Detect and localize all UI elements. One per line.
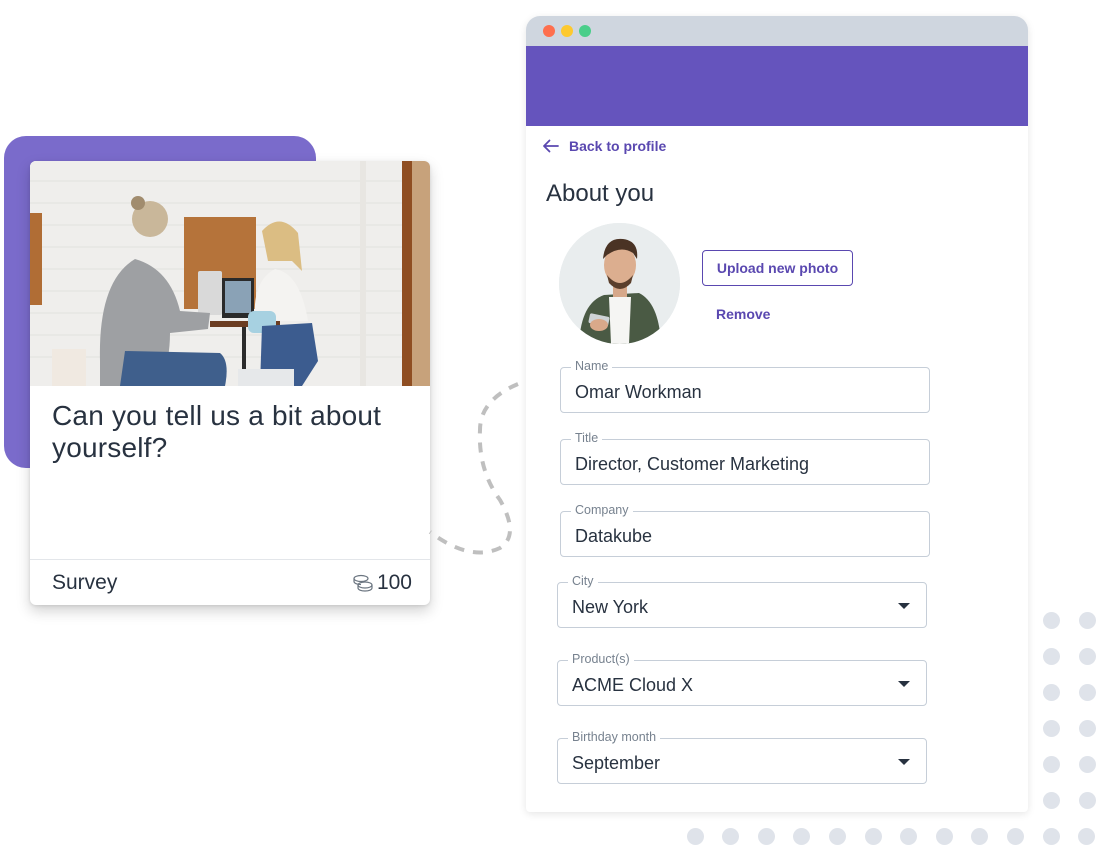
- decorative-dot: [1042, 647, 1060, 665]
- decorative-dot: [757, 827, 775, 845]
- decorative-dot: [1006, 827, 1024, 845]
- city-select-value: New York: [572, 597, 649, 617]
- decorative-dot: [971, 827, 989, 845]
- decorative-dot: [1042, 827, 1060, 845]
- decorative-dot: [1078, 611, 1096, 629]
- back-link-label: Back to profile: [569, 138, 667, 154]
- title-field-label: Title: [571, 431, 603, 445]
- decorative-dot: [1078, 827, 1096, 845]
- products-select[interactable]: Product(s) ACME Cloud X: [557, 652, 927, 706]
- remove-photo-link[interactable]: Remove: [716, 306, 770, 322]
- decorative-dot: [864, 827, 882, 845]
- arrow-left-icon: [543, 139, 559, 153]
- decorative-dot: [722, 827, 740, 845]
- survey-photo-illustration: [30, 161, 430, 386]
- birthday-month-select-label: Birthday month: [568, 730, 661, 744]
- decorative-dot: [1042, 683, 1060, 701]
- survey-points: 100: [352, 571, 412, 595]
- decorative-dot: [1078, 755, 1096, 773]
- chevron-down-icon: [898, 759, 910, 765]
- avatar: [559, 223, 680, 344]
- survey-photo: [30, 161, 430, 386]
- window-close-button[interactable]: [543, 25, 555, 37]
- name-field-value: Omar Workman: [575, 382, 702, 402]
- decorative-dot: [1078, 791, 1096, 809]
- survey-question: Can you tell us a bit about yourself?: [52, 400, 382, 463]
- dashed-connector: [428, 382, 519, 555]
- decorative-dot: [935, 827, 953, 845]
- birthday-month-select[interactable]: Birthday month September: [557, 730, 927, 784]
- decorative-dot: [1078, 719, 1096, 737]
- survey-card[interactable]: Can you tell us a bit about yourself? Su…: [30, 161, 430, 605]
- decorative-dot: [1078, 683, 1096, 701]
- city-select[interactable]: City New York: [557, 574, 927, 628]
- back-to-profile-link[interactable]: Back to profile: [542, 138, 666, 154]
- company-field-value: Datakube: [575, 526, 653, 546]
- decorative-dot: [1042, 719, 1060, 737]
- chevron-down-icon: [898, 681, 910, 687]
- birthday-month-select-value: September: [572, 753, 661, 773]
- company-field[interactable]: Company Datakube: [560, 503, 930, 557]
- card-divider: [30, 559, 430, 560]
- survey-points-value: 100: [376, 571, 412, 594]
- decorative-dot: [1042, 755, 1060, 773]
- window-minimize-button[interactable]: [561, 25, 573, 37]
- decorative-dot: [1042, 791, 1060, 809]
- chevron-down-icon: [898, 603, 910, 609]
- company-field-label: Company: [571, 503, 633, 517]
- profile-window: Back to profile About you Upload new pho…: [526, 16, 1028, 812]
- decorative-dot: [793, 827, 811, 845]
- products-select-value: ACME Cloud X: [572, 675, 694, 695]
- decorative-dot: [1042, 611, 1060, 629]
- name-field-label: Name: [571, 359, 613, 373]
- survey-type-label: Survey: [52, 571, 118, 594]
- products-select-label: Product(s): [568, 652, 634, 666]
- window-titlebar: [526, 16, 1028, 46]
- page-title: About you: [546, 180, 655, 207]
- header-banner: [526, 46, 1028, 126]
- decorative-dot: [1078, 647, 1096, 665]
- decorative-dot: [828, 827, 846, 845]
- upload-new-photo-button[interactable]: Upload new photo: [702, 250, 853, 286]
- avatar-photo: [559, 223, 680, 344]
- title-field-value: Director, Customer Marketing: [575, 454, 810, 474]
- decorative-dot: [686, 827, 704, 845]
- title-field[interactable]: Title Director, Customer Marketing: [560, 431, 930, 485]
- window-maximize-button[interactable]: [579, 25, 591, 37]
- name-field[interactable]: Name Omar Workman: [560, 359, 930, 413]
- city-select-label: City: [568, 574, 598, 588]
- coins-icon: [352, 574, 374, 592]
- decorative-dot: [900, 827, 918, 845]
